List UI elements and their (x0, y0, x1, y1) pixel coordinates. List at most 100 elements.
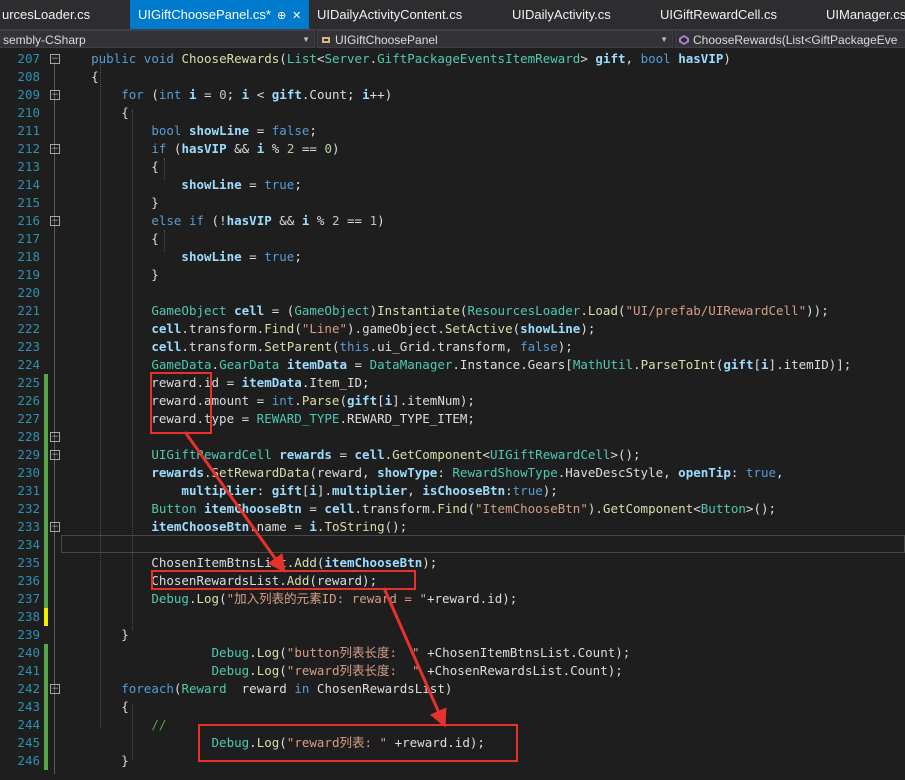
code-line: 210 { (0, 104, 905, 122)
code-line: 209− for (int i = 0; i < gift.Count; i++… (0, 86, 905, 104)
code-text[interactable]: if (hasVIP && i % 2 == 0) (61, 140, 339, 158)
collapse-icon[interactable]: − (50, 90, 60, 100)
tab-label: UIDailyActivityContent.cs (317, 7, 463, 22)
line-number: 232 (17, 501, 40, 516)
code-line: 226 reward.amount = int.Parse(gift[i].it… (0, 392, 905, 410)
line-number: 218 (17, 249, 40, 264)
collapse-icon[interactable]: − (50, 522, 60, 532)
close-icon[interactable]: ✕ (292, 2, 301, 29)
code-text[interactable]: for (int i = 0; i < gift.Count; i++) (61, 86, 392, 104)
code-line: 208 { (0, 68, 905, 86)
code-text[interactable]: { (61, 698, 129, 716)
code-line: 216− else if (!hasVIP && i % 2 == 1) (0, 212, 905, 230)
code-line: 237 Debug.Log("加入列表的元素ID: reward = "+rew… (0, 590, 905, 608)
saved-change-marker (44, 446, 48, 464)
code-text[interactable]: { (61, 158, 159, 176)
code-text[interactable]: showLine = true; (61, 176, 301, 194)
navigation-bar: sembly-CSharp ▼ UIGiftChoosePanel ▼ Choo… (0, 29, 905, 48)
line-number: 233 (17, 519, 40, 534)
type-name: UIGiftChoosePanel (335, 33, 438, 47)
tab-ui-manager[interactable]: UIManager.cs (826, 0, 905, 29)
code-line: 235 ChosenItemBtnsList.Add(itemChooseBtn… (0, 554, 905, 572)
code-text[interactable]: UIGiftRewardCell rewards = cell.GetCompo… (61, 446, 640, 464)
code-text[interactable]: Debug.Log("加入列表的元素ID: reward = "+reward.… (61, 590, 517, 608)
tab-ui-gift-choose-panel[interactable]: UIGiftChoosePanel.cs* ⊕ ✕ (130, 0, 310, 29)
pin-icon[interactable]: ⊕ (277, 2, 286, 29)
current-line-highlight (61, 535, 905, 553)
code-text[interactable]: { (61, 68, 99, 86)
code-text[interactable]: Debug.Log("button列表长度: " +ChosenItemBtns… (61, 644, 631, 662)
code-text[interactable]: reward.id = itemData.Item_ID; (61, 374, 369, 392)
line-number: 223 (17, 339, 40, 354)
collapse-icon[interactable]: − (50, 432, 60, 442)
collapse-icon[interactable]: − (50, 216, 60, 226)
code-line: 207− public void ChooseRewards(List<Serv… (0, 50, 905, 68)
saved-change-marker (44, 644, 48, 662)
tab-ui-gift-reward-cell[interactable]: UIGiftRewardCell.cs (660, 0, 777, 29)
code-line: 238 (0, 608, 905, 626)
saved-change-marker (44, 392, 48, 410)
line-number: 245 (17, 735, 40, 750)
code-text[interactable]: showLine = true; (61, 248, 301, 266)
tab-ui-daily-activity[interactable]: UIDailyActivity.cs (512, 0, 611, 29)
line-number: 207 (17, 51, 40, 66)
member-dropdown[interactable]: ChooseRewards(List<GiftPackageEve (675, 30, 905, 48)
tab-label: UIDailyActivity.cs (512, 7, 611, 22)
code-text[interactable]: public void ChooseRewards(List<Server.Gi… (61, 50, 731, 68)
code-line: 224 GameData.GearData itemData = DataMan… (0, 356, 905, 374)
code-line: 241 Debug.Log("reward列表长度: " +ChosenRewa… (0, 662, 905, 680)
code-text[interactable]: cell.transform.Find("Line").gameObject.S… (61, 320, 595, 338)
unsaved-change-marker (44, 608, 48, 626)
code-line: 221 GameObject cell = (GameObject)Instan… (0, 302, 905, 320)
chevron-down-icon: ▼ (302, 35, 310, 44)
code-text[interactable]: reward.amount = int.Parse(gift[i].itemNu… (61, 392, 475, 410)
code-text[interactable]: Debug.Log("reward列表长度: " +ChosenRewardsL… (61, 662, 623, 680)
code-text[interactable]: itemChooseBtn.name = i.ToString(); (61, 518, 407, 536)
code-line: 220 (0, 284, 905, 302)
line-number: 235 (17, 555, 40, 570)
code-text[interactable]: } (61, 626, 129, 644)
line-number: 221 (17, 303, 40, 318)
code-line: 227 reward.type = REWARD_TYPE.REWARD_TYP… (0, 410, 905, 428)
code-text[interactable]: cell.transform.SetParent(this.ui_Grid.tr… (61, 338, 573, 356)
tab-label: UIManager.cs (826, 7, 905, 22)
line-number: 229 (17, 447, 40, 462)
line-number: 244 (17, 717, 40, 732)
document-tab-bar: urcesLoader.cs UIGiftChoosePanel.cs* ⊕ ✕ U… (0, 0, 905, 29)
type-dropdown[interactable]: UIGiftChoosePanel ▼ (317, 30, 673, 48)
code-line: 240 Debug.Log("button列表长度: " +ChosenItem… (0, 644, 905, 662)
code-text[interactable]: reward.type = REWARD_TYPE.REWARD_TYPE_IT… (61, 410, 475, 428)
code-editor[interactable]: 207− public void ChooseRewards(List<Serv… (0, 48, 905, 780)
saved-change-marker (44, 698, 48, 716)
code-text[interactable]: bool showLine = false; (61, 122, 317, 140)
code-text[interactable]: } (61, 752, 129, 770)
code-text[interactable]: { (61, 104, 129, 122)
annotation-box-add-reward (151, 570, 416, 590)
line-number: 227 (17, 411, 40, 426)
code-text[interactable]: } (61, 194, 159, 212)
code-text[interactable]: rewards.SetRewardData(reward, showType: … (61, 464, 783, 482)
code-text[interactable]: multiplier: gift[i].multiplier, isChoose… (61, 482, 557, 500)
code-text[interactable]: GameObject cell = (GameObject)Instantiat… (61, 302, 828, 320)
chevron-down-icon: ▼ (660, 35, 668, 44)
collapse-icon[interactable]: − (50, 144, 60, 154)
saved-change-marker (44, 554, 48, 572)
code-line: 222 cell.transform.Find("Line").gameObje… (0, 320, 905, 338)
saved-change-marker (44, 428, 48, 446)
collapse-icon[interactable]: − (50, 54, 60, 64)
tab-ui-daily-activity-content[interactable]: UIDailyActivityContent.cs (317, 0, 462, 29)
method-icon (679, 32, 689, 45)
tab-resources-loader[interactable]: urcesLoader.cs (2, 0, 90, 29)
line-number: 208 (17, 69, 40, 84)
code-text[interactable]: Button itemChooseBtn = cell.transform.Fi… (61, 500, 776, 518)
project-dropdown[interactable]: sembly-CSharp ▼ (0, 30, 315, 48)
code-text[interactable]: // (61, 716, 166, 734)
collapse-icon[interactable]: − (50, 450, 60, 460)
code-text[interactable]: else if (!hasVIP && i % 2 == 1) (61, 212, 384, 230)
collapse-icon[interactable]: − (50, 684, 60, 694)
project-name: sembly-CSharp (3, 33, 86, 47)
code-line: 233− itemChooseBtn.name = i.ToString(); (0, 518, 905, 536)
code-text[interactable]: } (61, 266, 159, 284)
code-text[interactable]: foreach(Reward reward in ChosenRewardsLi… (61, 680, 452, 698)
code-text[interactable]: { (61, 230, 159, 248)
